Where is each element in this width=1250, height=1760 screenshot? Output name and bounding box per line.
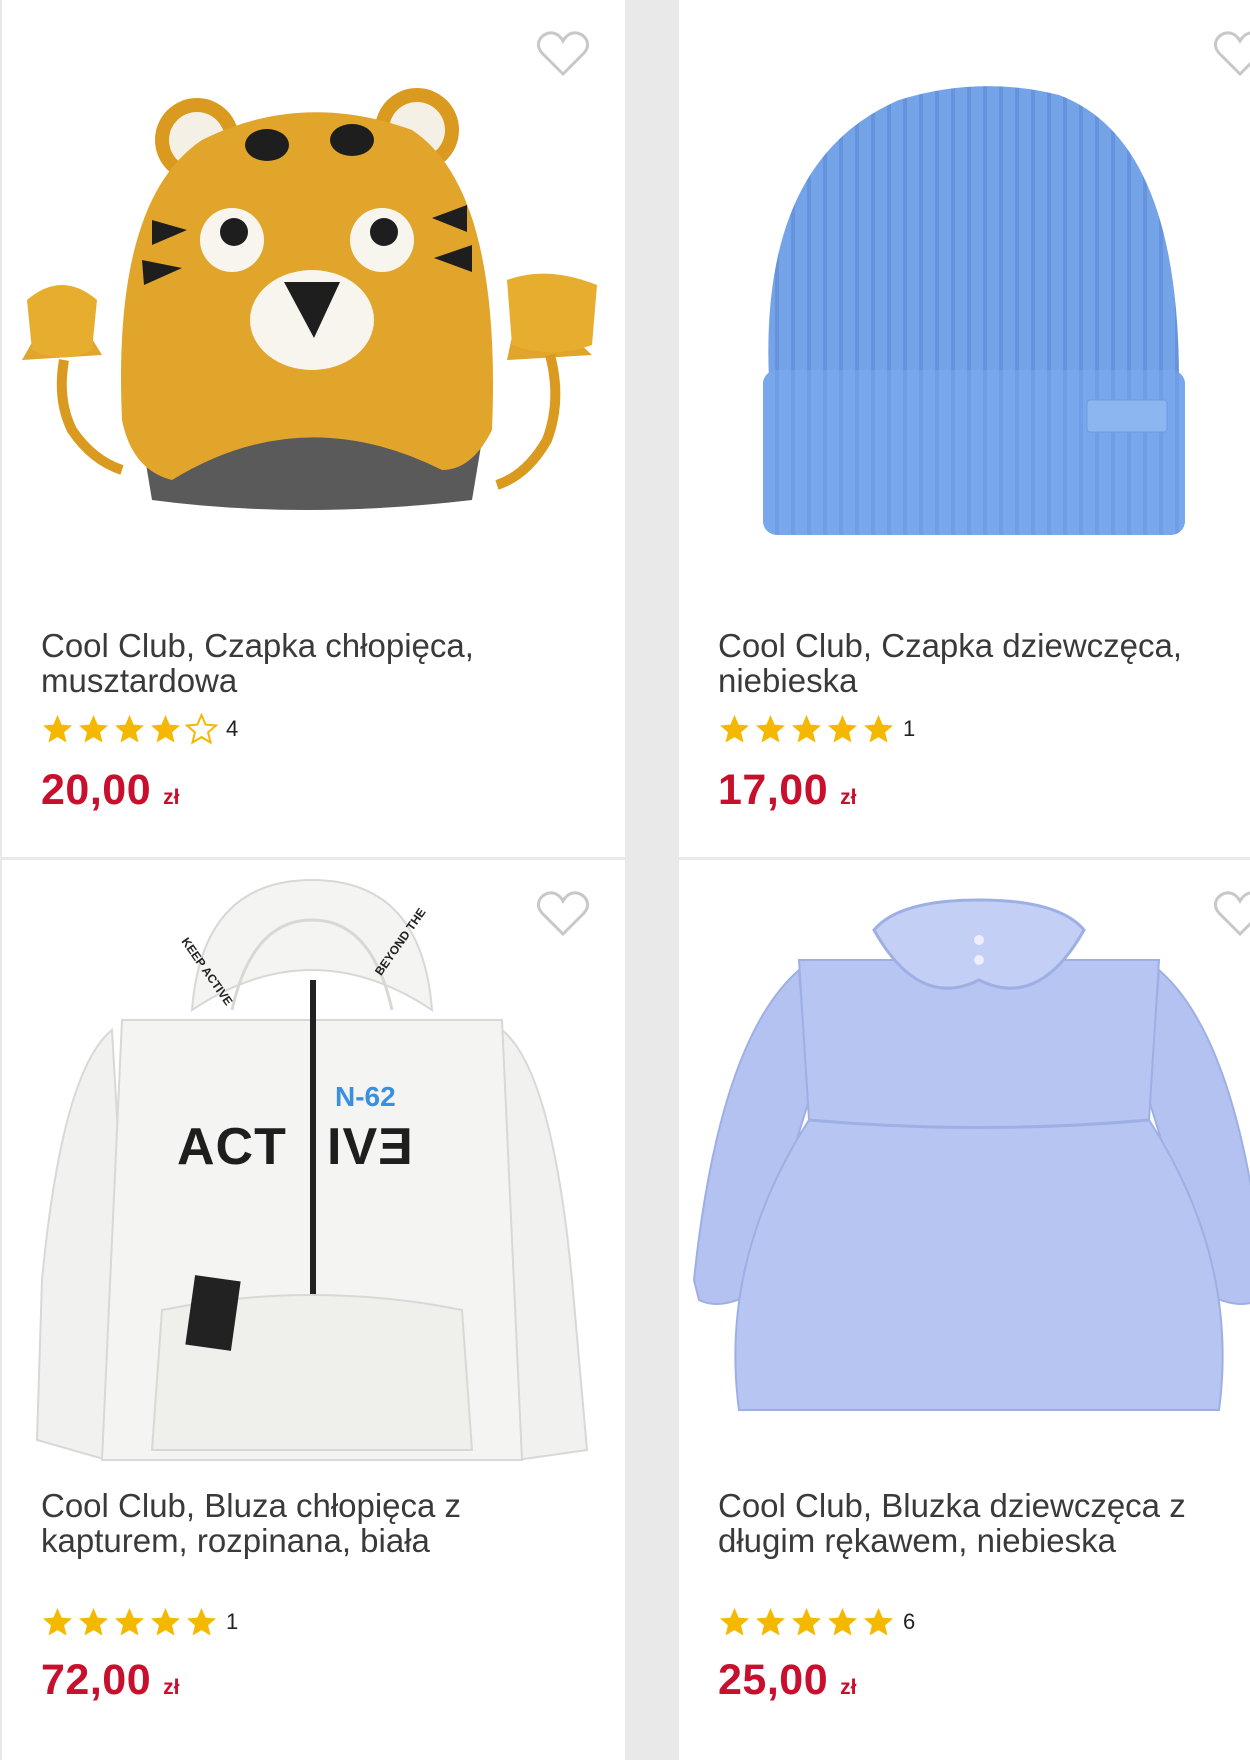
rating-stars xyxy=(41,1606,218,1639)
product-card[interactable]: ACT IVƎ N-62 KEEP ACTIVE BEYOND THE Cool… xyxy=(2,860,625,1760)
heart-outline-icon[interactable] xyxy=(536,890,590,938)
product-title[interactable]: Cool Club, Czapka dziewczęca, niebieska xyxy=(718,628,1238,698)
price-currency: zł xyxy=(163,786,180,809)
price-currency: zł xyxy=(840,1676,857,1699)
star-filled-icon xyxy=(79,1607,108,1635)
star-filled-icon xyxy=(864,714,893,742)
price-amount: 20,00 xyxy=(41,766,152,814)
star-filled-icon xyxy=(115,714,144,742)
price-amount: 17,00 xyxy=(718,766,829,814)
product-rating: 1 xyxy=(41,1605,238,1639)
product-price: 25,00 zł xyxy=(718,1656,856,1705)
heart-outline-icon[interactable] xyxy=(1213,30,1250,78)
star-filled-icon xyxy=(756,714,785,742)
tassel-left xyxy=(22,285,124,475)
star-filled-icon xyxy=(720,1607,749,1635)
star-filled-icon xyxy=(115,1607,144,1635)
tassel-right xyxy=(495,273,597,490)
star-filled-icon xyxy=(151,714,180,742)
star-filled-icon xyxy=(720,714,749,742)
print-main-right: IVƎ xyxy=(327,1118,414,1176)
star-filled-icon xyxy=(792,714,821,742)
rating-count: 6 xyxy=(903,1609,916,1634)
rating-count: 1 xyxy=(903,716,916,741)
product-title[interactable]: Cool Club, Bluzka dziewczęca z długim rę… xyxy=(718,1488,1238,1558)
product-rating: 1 xyxy=(718,712,915,746)
star-filled-icon xyxy=(792,1607,821,1635)
star-filled-icon xyxy=(43,714,72,742)
star-filled-icon xyxy=(151,1607,180,1635)
star-filled-icon xyxy=(756,1607,785,1635)
product-price: 72,00 zł xyxy=(41,1656,179,1705)
print-main-left: ACT xyxy=(177,1118,287,1176)
product-price: 17,00 zł xyxy=(718,766,856,815)
star-filled-icon xyxy=(828,714,857,742)
print-badge: N-62 xyxy=(335,1081,396,1112)
star-filled-icon xyxy=(828,1607,857,1635)
hoodie-print: ACT IVƎ N-62 xyxy=(177,1081,467,1185)
product-card[interactable]: Cool Club, Czapka dziewczęca, niebieska … xyxy=(679,0,1250,857)
star-filled-icon xyxy=(864,1607,893,1635)
rating-stars xyxy=(718,1606,895,1639)
product-title[interactable]: Cool Club, Bluza chłopięca z kapturem, r… xyxy=(41,1488,561,1558)
price-amount: 25,00 xyxy=(718,1656,829,1704)
rating-stars xyxy=(718,713,895,746)
product-rating: 6 xyxy=(718,1605,915,1639)
product-image[interactable] xyxy=(679,860,1250,1470)
price-amount: 72,00 xyxy=(41,1656,152,1704)
star-outline-icon xyxy=(185,712,218,745)
star-filled-icon xyxy=(79,714,108,742)
rating-stars xyxy=(41,712,218,746)
star-filled-icon xyxy=(187,1607,216,1635)
star-filled-icon xyxy=(43,1607,72,1635)
heart-outline-icon[interactable] xyxy=(536,30,590,78)
product-card[interactable]: Cool Club, Czapka chłopięca, musztardowa… xyxy=(2,0,625,857)
rating-count: 1 xyxy=(226,1609,239,1634)
product-price: 20,00 zł xyxy=(41,766,179,815)
product-card[interactable]: Cool Club, Bluzka dziewczęca z długim rę… xyxy=(679,860,1250,1760)
product-rating: 4 xyxy=(41,712,238,746)
product-title[interactable]: Cool Club, Czapka chłopięca, musztardowa xyxy=(41,628,561,698)
price-currency: zł xyxy=(163,1676,180,1699)
product-image[interactable] xyxy=(679,0,1250,610)
heart-outline-icon[interactable] xyxy=(1213,890,1250,938)
product-image[interactable] xyxy=(2,0,625,610)
price-currency: zł xyxy=(840,786,857,809)
rating-count: 4 xyxy=(226,716,239,741)
